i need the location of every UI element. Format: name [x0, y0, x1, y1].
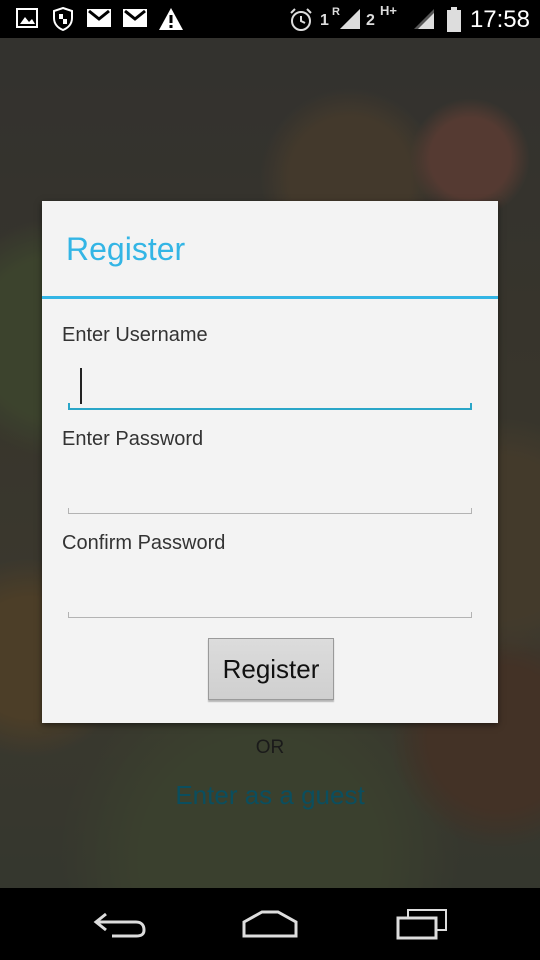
image-icon [16, 7, 38, 29]
title-divider [42, 296, 498, 299]
sim1-label: 1 [320, 12, 329, 29]
password-field[interactable] [68, 468, 472, 514]
recents-icon[interactable] [382, 904, 462, 944]
sim2-network-label: H+ [380, 3, 397, 18]
register-button[interactable]: Register [208, 638, 334, 700]
sim2-label: 2 [366, 12, 375, 29]
or-separator: OR [255, 737, 285, 758]
clock-time: 17:58 [469, 6, 530, 33]
signal-icon [412, 7, 436, 31]
warning-icon [158, 7, 184, 31]
username-field[interactable] [68, 364, 472, 410]
home-icon[interactable] [230, 904, 310, 944]
alarm-icon [288, 7, 314, 33]
confirm-password-label: Confirm Password [62, 532, 226, 554]
battery-icon [446, 7, 462, 33]
text-cursor [80, 368, 82, 404]
status-bar: 1 R 2 H+ 17:58 [0, 0, 540, 38]
confirm-password-field[interactable] [68, 572, 472, 618]
signal-icon [338, 7, 362, 31]
dialog-title: Register [66, 231, 186, 267]
password-label: Enter Password [62, 428, 204, 450]
back-icon[interactable] [80, 904, 160, 944]
username-label: Enter Username [62, 324, 208, 346]
register-dialog: Register Enter Username Enter Password C… [42, 201, 498, 723]
gmail-icon [86, 7, 112, 29]
gmail-icon [122, 7, 148, 29]
navigation-bar [0, 888, 540, 960]
guest-login-link[interactable]: Enter as a guest [0, 780, 540, 811]
shield-icon [52, 7, 74, 31]
